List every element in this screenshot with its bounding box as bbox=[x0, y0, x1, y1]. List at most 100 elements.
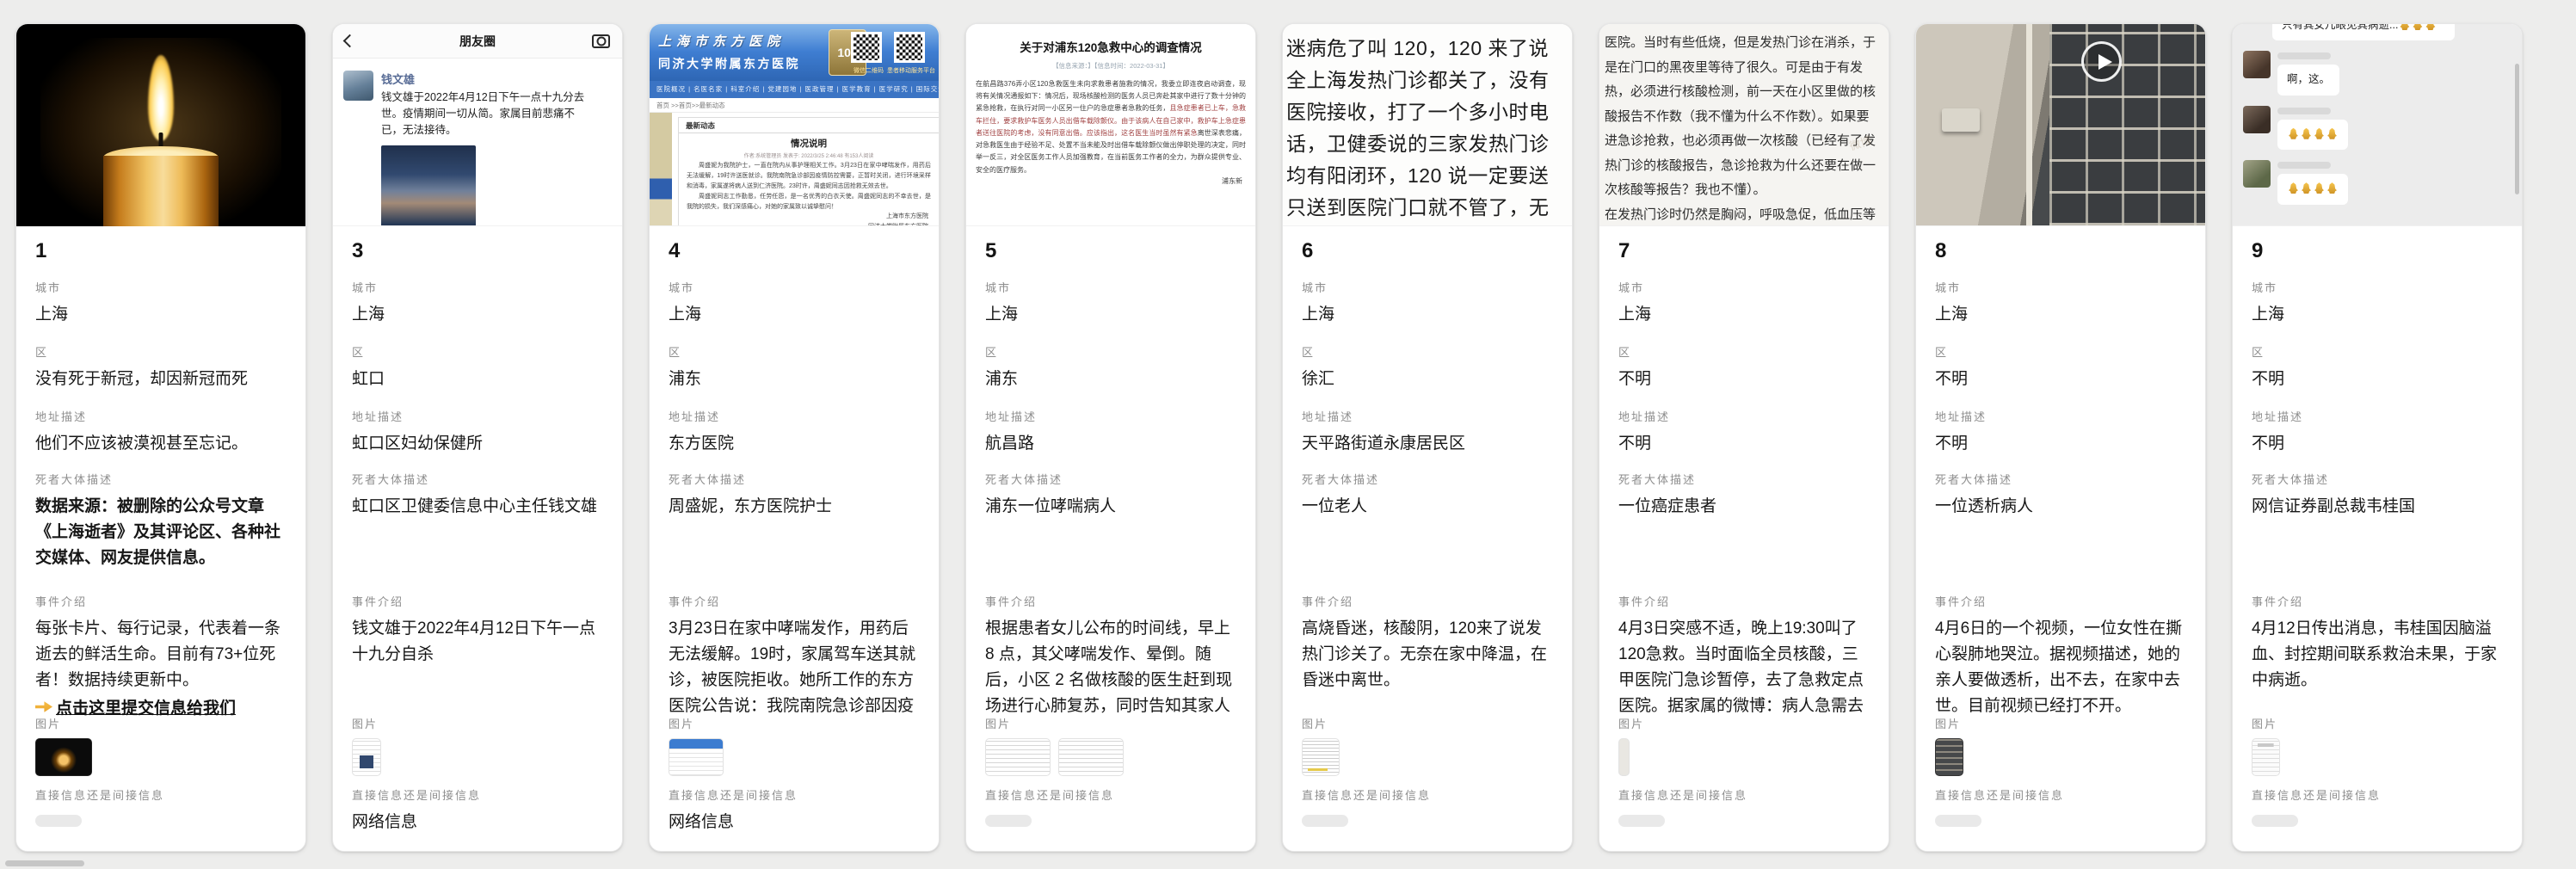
document-thumbnail bbox=[985, 738, 1051, 776]
empty-value-pill bbox=[1618, 815, 1665, 827]
direct-label: 直接信息还是间接信息 bbox=[1618, 790, 1870, 801]
event-value: 4月3日突感不适，晚上19:30叫了120急救。当时面临全员核酸，三甲医院门急诊… bbox=[1618, 616, 1870, 721]
site-nav: 医院概况 | 名医名家 | 科室介绍 | 党建园地 | 医政管理 | 医学教育 … bbox=[650, 81, 939, 98]
deceased-label: 死者大体描述 bbox=[352, 474, 603, 485]
district-label: 区 bbox=[2252, 347, 2503, 358]
direct-label: 直接信息还是间接信息 bbox=[985, 790, 1236, 801]
avatar bbox=[2243, 51, 2271, 78]
district-label: 区 bbox=[669, 347, 920, 358]
district-label: 区 bbox=[35, 347, 287, 358]
event-value: 4月12日传出消息，韦桂国因脑溢血、封控期间联系救治未果，于家中病逝。 bbox=[2252, 616, 2503, 693]
submit-info-link[interactable]: 点击这里提交信息给我们 bbox=[35, 695, 287, 718]
image-label: 图片 bbox=[352, 718, 603, 730]
city-label: 城市 bbox=[669, 282, 920, 293]
card-number: 1 bbox=[35, 239, 287, 263]
image-label: 图片 bbox=[1618, 718, 1870, 730]
blurred-username bbox=[2277, 162, 2331, 169]
candle-body bbox=[103, 156, 219, 226]
record-card-5[interactable]: 关于对浦东120急救中心的调查情况 【信息来源：】【信息时间：2022-03-3… bbox=[965, 23, 1256, 852]
folded-hands-emoji-icon bbox=[2314, 128, 2325, 139]
candle-thumbnail bbox=[35, 738, 92, 776]
chat-scrollbar[interactable] bbox=[2515, 64, 2519, 194]
deceased-label: 死者大体描述 bbox=[985, 474, 1236, 485]
folded-hands-emoji-icon bbox=[2326, 182, 2338, 194]
qr-label: 微信二维码 bbox=[854, 66, 884, 75]
report-sign: 浦东新 bbox=[976, 176, 1246, 186]
deceased-label: 死者大体描述 bbox=[669, 474, 920, 485]
deceased-label: 死者大体描述 bbox=[1618, 474, 1870, 485]
screenshot-thumbnail bbox=[352, 738, 381, 776]
statement-paragraph: 周盛妮同志工作勤恳，任劳任怨，是一名优秀的白衣天使。周盛妮同志的不幸去世，是我院… bbox=[687, 192, 931, 213]
record-card-4[interactable]: 上海市东方医院 同济大学附属东方医院 100 微信二维码 患者移动服务平台 医院… bbox=[649, 23, 940, 852]
city-value: 上海 bbox=[1302, 302, 1553, 328]
card-number: 9 bbox=[2252, 239, 2503, 263]
air-conditioner bbox=[1942, 108, 1980, 132]
address-label: 地址描述 bbox=[985, 411, 1236, 422]
district-label: 区 bbox=[352, 347, 603, 358]
city-label: 城市 bbox=[985, 282, 1236, 293]
city-value: 上海 bbox=[1935, 302, 2186, 328]
card-number: 4 bbox=[669, 239, 920, 263]
event-value: 4月6日的一个视频，一位女性在撕心裂肺地哭泣。据视频描述，她的亲人要做透析，出不… bbox=[1935, 616, 2186, 719]
large-text-screenshot: 迷病危了叫 120，120 来了说全上海发热门诊都关了，没有医院接收，打了一个多… bbox=[1283, 24, 1572, 226]
event-label: 事件介绍 bbox=[985, 596, 1236, 607]
avatar bbox=[343, 71, 373, 101]
direct-label: 直接信息还是间接信息 bbox=[669, 790, 920, 801]
deceased-value: 浦东一位哮喘病人 bbox=[985, 494, 1236, 520]
wechat-group-chat-screenshot: 只有其女儿眼见其病逝... 啊，这。 bbox=[2233, 24, 2522, 226]
deceased-label: 死者大体描述 bbox=[1302, 474, 1553, 485]
address-value: 东方医院 bbox=[669, 431, 920, 457]
address-label: 地址描述 bbox=[2252, 411, 2503, 422]
city-value: 上海 bbox=[35, 302, 287, 328]
event-value: 3月23日在家中哮喘发作，用药后无法缓解。19时，家属驾车送其就诊，被医院拒收。… bbox=[669, 616, 920, 721]
event-label: 事件介绍 bbox=[1935, 596, 2186, 607]
address-label: 地址描述 bbox=[1618, 411, 1870, 422]
chat-bubble: 只有其女儿眼见其病逝... bbox=[2272, 24, 2455, 40]
address-value: 天平路街道永康居民区 bbox=[1302, 431, 1553, 457]
event-label: 事件介绍 bbox=[1618, 596, 1870, 607]
city-value: 上海 bbox=[1618, 302, 1870, 328]
quoted-text: 迷病危了叫 120，120 来了说全上海发热门诊都关了，没有医院接收，打了一个多… bbox=[1283, 24, 1572, 226]
quoted-text: 医院。当时有些低烧，但是发热门诊在消杀，于是在门口的黑夜里等待了很久。可是由于有… bbox=[1605, 31, 1882, 203]
record-card-9[interactable]: 只有其女儿眼见其病逝... 啊，这。 9 城市上海 区不明 地址描述不明 死者大 bbox=[2232, 23, 2523, 852]
district-label: 区 bbox=[1618, 347, 1870, 358]
avatar bbox=[2243, 106, 2271, 133]
record-card-3[interactable]: 朋友圈 钱文雄 钱文雄于2022年4月12日下午一点十九分去世。疫情期间一切从简… bbox=[332, 23, 623, 852]
city-value: 上海 bbox=[352, 302, 603, 328]
empty-value-pill bbox=[2252, 815, 2298, 827]
building-pipe bbox=[2026, 24, 2032, 225]
address-value: 航昌路 bbox=[985, 431, 1236, 457]
district-value: 虹口 bbox=[352, 367, 603, 392]
folded-hands-emoji-icon bbox=[2326, 128, 2338, 139]
record-card-6[interactable]: 迷病危了叫 120，120 来了说全上海发热门诊都关了，没有医院接收，打了一个多… bbox=[1282, 23, 1573, 852]
event-label: 事件介绍 bbox=[1302, 596, 1553, 607]
play-button-icon[interactable] bbox=[2081, 41, 2122, 82]
deceased-value: 一位老人 bbox=[1302, 494, 1553, 520]
address-label: 地址描述 bbox=[352, 411, 603, 422]
record-card-7[interactable]: 医院。当时有些低烧，但是发热门诊在消杀，于是在门口的黑夜里等待了很久。可是由于有… bbox=[1599, 23, 1889, 852]
address-label: 地址描述 bbox=[1935, 411, 2186, 422]
direct-value: 网络信息 bbox=[669, 810, 920, 835]
district-value: 徐汇 bbox=[1302, 367, 1553, 392]
horizontal-scrollbar[interactable] bbox=[5, 860, 84, 866]
direct-value: 网络信息 bbox=[352, 810, 603, 835]
chat-bubble bbox=[2277, 174, 2348, 204]
text-thumbnail bbox=[1302, 738, 1340, 776]
deceased-label: 死者大体描述 bbox=[2252, 474, 2503, 485]
event-label: 事件介绍 bbox=[669, 596, 920, 607]
image-label: 图片 bbox=[1302, 718, 1553, 730]
qr-label: 患者移动服务平台 bbox=[887, 66, 935, 75]
city-value: 上海 bbox=[2252, 302, 2503, 328]
event-value: 钱文雄于2022年4月12日下午一点十九分自杀 bbox=[352, 616, 603, 668]
city-label: 城市 bbox=[1618, 282, 1870, 293]
district-value: 不明 bbox=[2252, 367, 2503, 392]
city-value: 上海 bbox=[985, 302, 1236, 328]
folded-hands-emoji-icon bbox=[2412, 24, 2423, 30]
record-card-8[interactable]: 8 城市上海 区不明 地址描述不明 死者大体描述一位透析病人 事件介绍4月6日的… bbox=[1915, 23, 2206, 852]
record-card-1[interactable]: 1 城市上海 区没有死于新冠，却因新冠而死 地址描述他们不应该被漠视甚至忘记。 … bbox=[15, 23, 306, 852]
chat-bubble bbox=[2277, 120, 2348, 150]
blurred-username bbox=[2277, 108, 2331, 114]
pointing-finger-icon bbox=[35, 700, 52, 713]
wechat-moments-screenshot: 朋友圈 钱文雄 钱文雄于2022年4月12日下午一点十九分去世。疫情期间一切从简… bbox=[333, 24, 622, 226]
district-value: 不明 bbox=[1935, 367, 2186, 392]
